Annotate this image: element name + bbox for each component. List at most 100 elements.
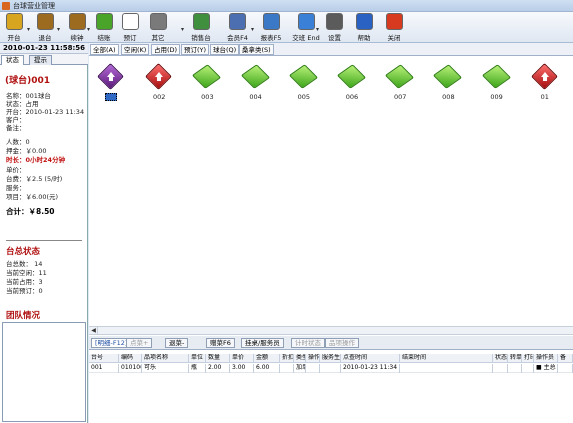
order-header-cell[interactable]: 转单 xyxy=(508,354,522,363)
horizontal-scrollbar[interactable]: ◀ xyxy=(89,326,573,335)
table-info-row: 项目：￥6.00(元) xyxy=(6,193,59,201)
billiard-table-icon xyxy=(530,63,559,91)
order-header-cell[interactable]: 类型 xyxy=(294,354,306,363)
dropdown-arrow-icon[interactable]: ▾ xyxy=(251,26,254,33)
order-header-cell[interactable]: 状态 xyxy=(493,354,508,363)
filter-tab[interactable]: 球台(Q) xyxy=(210,44,240,55)
order-header-cell[interactable]: 数量 xyxy=(206,354,230,363)
toolbar-button-7[interactable]: 会员F4 xyxy=(225,13,250,42)
order-header-cell[interactable]: 备 xyxy=(558,354,573,363)
order-header-cell[interactable]: 金额 xyxy=(254,354,280,363)
table-tile[interactable]: 008 xyxy=(430,64,466,107)
status-panel: 2010-01-23 11:58:56 状态 提示 (球台)001 名称：001… xyxy=(0,43,88,423)
order-header-cell[interactable]: 折扣 xyxy=(280,354,294,363)
table-tile[interactable] xyxy=(93,63,129,107)
order-header-cell[interactable]: 单价 xyxy=(230,354,254,363)
team-list[interactable] xyxy=(2,322,86,422)
order-action-button[interactable]: 赠菜F6 xyxy=(206,338,235,348)
toolbar-button-1[interactable]: 退台 xyxy=(34,13,56,42)
order-header-cell[interactable]: 点查时间 xyxy=(341,354,400,363)
toolbar-button-label: 开台 xyxy=(7,34,21,42)
order-header-cell[interactable]: 编码 xyxy=(119,354,142,363)
table-label: 008 xyxy=(442,93,455,101)
dropdown-arrow-icon[interactable]: ▾ xyxy=(87,26,90,33)
toolbar-button-11[interactable]: 帮助 xyxy=(354,13,374,42)
toolbar-button-5[interactable]: 其它 xyxy=(148,13,168,42)
table-tile[interactable]: 01 xyxy=(527,63,563,107)
toolbar-button-label: 结账 xyxy=(97,34,111,42)
table-tile[interactable]: 004 xyxy=(238,64,274,107)
filter-tab[interactable]: 全部(A) xyxy=(90,44,119,55)
order-cell: 2.00 xyxy=(206,364,230,373)
table-tile[interactable]: 007 xyxy=(382,64,418,107)
filter-tab[interactable]: 桑拿类(S) xyxy=(239,44,274,55)
table-info-row: 备注： xyxy=(6,124,26,132)
table-tile[interactable]: 009 xyxy=(479,64,515,107)
order-cell: 3.00 xyxy=(230,364,254,373)
order-action-button[interactable]: 挂桌/服务员 xyxy=(241,338,284,348)
order-cell xyxy=(558,364,573,373)
scroll-left-icon[interactable]: ◀ xyxy=(90,327,98,335)
table-tile[interactable]: 006 xyxy=(334,64,370,107)
order-header-cell[interactable]: 打印 xyxy=(522,354,534,363)
dropdown-arrow-icon[interactable]: ▾ xyxy=(57,26,60,33)
toolbar-button-0[interactable]: 开台 xyxy=(2,13,26,42)
order-cell xyxy=(522,364,534,373)
order-row[interactable]: 001010100可乐瓶2.003.006.00 加单 2010-01-23 11:… xyxy=(89,364,573,373)
order-action-bar: [明细-F12] 点菜+ 退菜- 赠菜F6 挂桌/服务员 计时状态 品项操作 xyxy=(89,336,573,350)
toolbar-button-3[interactable]: 结账 xyxy=(93,13,115,42)
summary-row: 当前预订：0 xyxy=(6,287,43,295)
tab-tips[interactable]: 提示 xyxy=(29,55,52,65)
table-tile[interactable]: 003 xyxy=(189,64,225,107)
order-cell xyxy=(306,364,320,373)
toolbar-button-label: 销售台 xyxy=(191,34,211,42)
main-toolbar: 开台 退台 续钟 结账 预订 其它 销售台 会员F4 报表F5 交班 End 设置 帮助 关闭 ▾ ▾ ▾ ▾ ▾… xyxy=(0,12,573,43)
billiard-table-icon xyxy=(145,63,173,91)
toolbar-button-12[interactable]: 关闭 xyxy=(384,13,404,42)
toolbar-button-10[interactable]: 设置 xyxy=(323,13,346,42)
order-header-cell[interactable]: 服务生 xyxy=(320,354,341,363)
toolbar-button-4[interactable]: 预订 xyxy=(121,13,139,42)
tables-grid: 002 003 004 005 006 007 008 009 01 xyxy=(89,57,573,325)
table-label: 009 xyxy=(490,93,503,101)
table-label: 006 xyxy=(345,93,359,101)
table-label: 01 xyxy=(540,93,549,101)
money-bag-icon xyxy=(68,13,86,30)
dropdown-arrow-icon[interactable]: ▾ xyxy=(181,26,184,33)
billiard-table-icon xyxy=(240,64,270,91)
filter-tab[interactable]: 预订(Y) xyxy=(181,44,210,55)
table-tile[interactable]: 002 xyxy=(141,63,177,107)
filter-tab[interactable]: 空闲(K) xyxy=(121,44,150,55)
order-header-cell[interactable]: 单位 xyxy=(189,354,206,363)
order-header-cell[interactable]: 台号 xyxy=(89,354,119,363)
order-action-button[interactable]: 退菜- xyxy=(165,338,189,348)
order-action-button[interactable]: 品项操作 xyxy=(325,338,359,348)
member-card-icon xyxy=(229,13,246,30)
tab-status[interactable]: 状态 xyxy=(1,55,24,65)
order-cell xyxy=(493,364,508,373)
order-header-cell[interactable]: 品项名称 xyxy=(142,354,189,363)
toolbar-button-label: 会员F4 xyxy=(227,34,248,42)
filter-tab[interactable]: 占用(D) xyxy=(151,44,181,55)
close-icon xyxy=(385,13,403,30)
order-header-cell[interactable]: 结束时间 xyxy=(400,354,493,363)
dropdown-arrow-icon[interactable]: ▾ xyxy=(316,26,319,33)
toolbar-button-label: 预订 xyxy=(123,34,137,42)
dropdown-arrow-icon[interactable]: ▾ xyxy=(27,26,30,33)
order-header-cell[interactable]: 操作员 xyxy=(534,354,558,363)
billiard-cue-icon xyxy=(5,13,23,30)
toolbar-button-8[interactable]: 报表F5 xyxy=(258,13,284,42)
toolbar-button-label: 关闭 xyxy=(387,34,401,42)
toolbar-button-label: 其它 xyxy=(151,34,165,42)
table-tile[interactable]: 005 xyxy=(286,64,322,107)
order-cell xyxy=(508,364,522,373)
order-action-button[interactable]: 计时状态 xyxy=(291,338,325,348)
title-bar: 台球营业管理 xyxy=(0,0,573,12)
clock-icon xyxy=(121,13,139,30)
order-header-cell[interactable]: 操作 xyxy=(306,354,320,363)
toolbar-button-label: 续钟 xyxy=(70,34,84,42)
order-action-button[interactable]: 点菜+ xyxy=(126,338,153,348)
table-label xyxy=(105,93,117,101)
toolbar-button-6[interactable]: 销售台 xyxy=(188,13,214,42)
order-cell xyxy=(280,364,294,373)
